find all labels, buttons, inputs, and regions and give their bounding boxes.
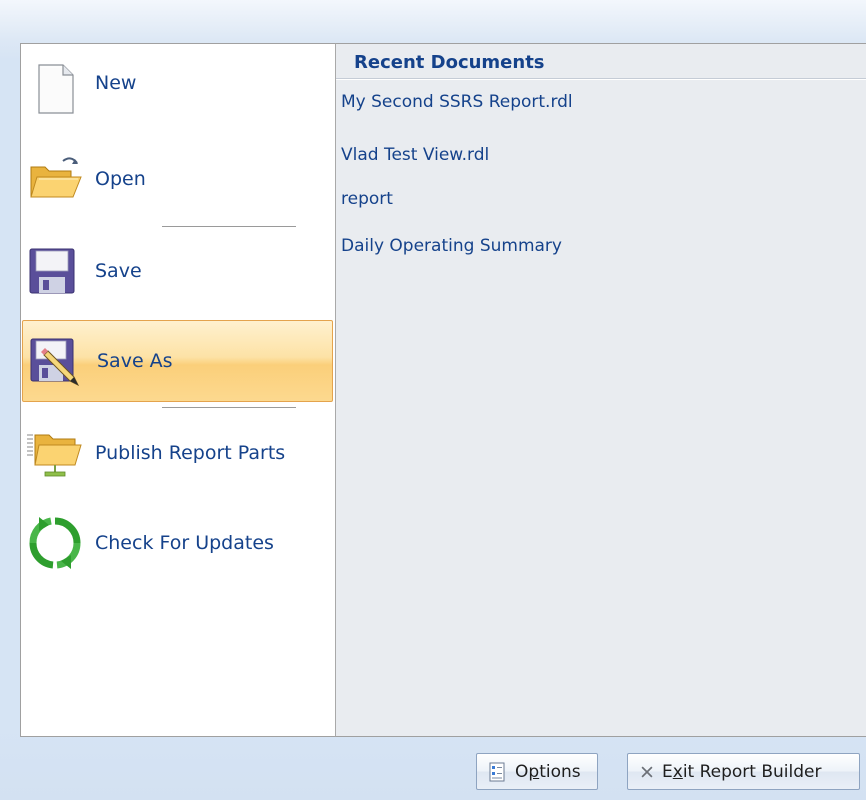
options-button[interactable]: Options <box>476 753 598 790</box>
menu-separator <box>162 226 296 228</box>
save-as-icon <box>30 338 80 387</box>
menu-item-label: Open <box>95 168 146 190</box>
menu-separator <box>162 407 296 409</box>
application-menu: New Open Save Save As Publish Report Par… <box>0 0 866 800</box>
recent-document-item[interactable]: My Second SSRS Report.rdl <box>341 92 573 112</box>
menu-item-new[interactable]: New <box>21 48 335 130</box>
new-document-icon <box>38 64 74 114</box>
check-updates-icon <box>29 517 81 569</box>
menu-item-save[interactable]: Save <box>21 230 335 312</box>
exit-button-label: Exit Report Builder <box>662 761 822 782</box>
recent-document-item[interactable]: Daily Operating Summary <box>341 236 562 256</box>
options-button-label: Options <box>515 761 581 782</box>
recent-document-item[interactable]: report <box>341 189 393 209</box>
menu-item-label: New <box>95 72 137 95</box>
options-icon <box>489 762 505 781</box>
close-icon <box>641 766 653 777</box>
recent-document-item[interactable]: Vlad Test View.rdl <box>341 145 489 165</box>
menu-item-save-as[interactable]: Save As <box>22 320 333 402</box>
exit-report-builder-button[interactable]: Exit Report Builder <box>627 753 860 790</box>
recent-documents-pane: Recent Documents My Second SSRS Report.r… <box>336 43 866 737</box>
menu-item-label: Save As <box>97 350 173 372</box>
menu-item-open[interactable]: Open <box>21 138 335 220</box>
menu-item-label: Check For Updates <box>95 532 274 554</box>
recent-documents-title: Recent Documents <box>354 52 545 73</box>
menu-item-publish-report-parts[interactable]: Publish Report Parts <box>21 412 335 494</box>
save-disk-icon <box>29 248 75 294</box>
menu-item-label: Publish Report Parts <box>95 442 286 464</box>
menu-command-pane: New Open Save Save As Publish Report Par… <box>20 43 336 737</box>
menu-item-check-for-updates[interactable]: Check For Updates <box>21 502 335 584</box>
menu-item-label: Save <box>95 260 142 282</box>
recent-documents-divider <box>336 78 866 80</box>
open-folder-icon <box>30 157 82 198</box>
publish-folder-icon <box>27 434 82 477</box>
